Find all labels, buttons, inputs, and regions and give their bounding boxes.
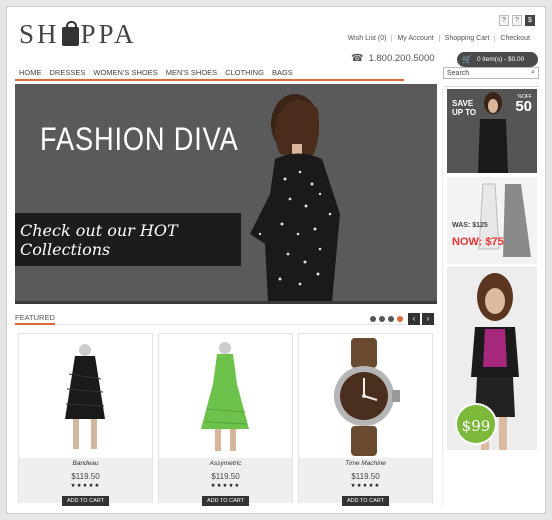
help-icon[interactable]: ? bbox=[512, 15, 522, 26]
carousel-dots bbox=[370, 316, 403, 322]
carousel-dot[interactable] bbox=[388, 316, 394, 322]
sale-ad-banner[interactable]: SAVE UP TO %OFF 50 bbox=[447, 89, 537, 173]
product-info: Bandeau $119.50 ★★★★★ ADD TO CART bbox=[19, 458, 152, 506]
ad-dresses-image bbox=[478, 183, 531, 257]
hero-title: FASHION DIVA bbox=[40, 121, 239, 157]
ad-save-text: SAVE UP TO bbox=[452, 99, 476, 117]
cart-summary: 0 item(s) - $0.00 bbox=[476, 56, 525, 63]
product-price: $119.50 bbox=[211, 472, 240, 481]
price-badge: $99 bbox=[455, 403, 497, 445]
ad-was-price: WAS: $125 bbox=[452, 222, 488, 229]
ad-percent: 50 bbox=[515, 98, 532, 115]
shopping-bag-icon bbox=[61, 21, 79, 46]
nav-underline bbox=[15, 79, 404, 81]
product-card[interactable]: Time Machine $119.50 ★★★★★ ADD TO CART bbox=[298, 333, 433, 506]
logo-text-end: PPA bbox=[80, 19, 137, 49]
product-info: Assymetric $119.50 ★★★★★ ADD TO CART bbox=[159, 458, 292, 506]
shopping-cart-link[interactable]: Shopping Cart bbox=[438, 35, 495, 42]
hero-slider[interactable]: FASHION DIVA Check out our HOT Collectio… bbox=[15, 84, 437, 302]
search-placeholder: Search bbox=[447, 69, 470, 77]
hero-bottom-bar bbox=[15, 301, 437, 304]
ad-model-image bbox=[478, 92, 508, 173]
product-card[interactable]: Bandeau $119.50 ★★★★★ ADD TO CART bbox=[18, 333, 153, 506]
product-image-assymetric bbox=[201, 342, 249, 451]
cart-button[interactable]: 🛒 0 item(s) - $0.00 bbox=[457, 52, 538, 67]
product-name[interactable]: Assymetric bbox=[159, 460, 292, 467]
search-icon[interactable]: ⌕ bbox=[531, 69, 535, 77]
product-card[interactable]: Assymetric $119.50 ★★★★★ ADD TO CART bbox=[158, 333, 293, 506]
phone-icon: ☎ bbox=[351, 53, 364, 64]
ad-upto-label: UP TO bbox=[452, 108, 477, 117]
carousel-prev-button[interactable]: ‹ bbox=[408, 313, 420, 325]
search-divider bbox=[443, 86, 539, 87]
checkout-link[interactable]: Checkout bbox=[494, 35, 535, 42]
top-links: Wish List (0) My Account Shopping Cart C… bbox=[343, 35, 535, 42]
product-name[interactable]: Time Machine bbox=[299, 460, 432, 467]
featured-heading: FEATURED bbox=[15, 313, 55, 322]
currency-icon[interactable]: $ bbox=[525, 15, 535, 26]
my-account-link[interactable]: My Account bbox=[391, 35, 438, 42]
cart-icon: 🛒 bbox=[462, 55, 472, 64]
price-ad-banner[interactable]: WAS: $125 NOW: $75 bbox=[447, 177, 537, 264]
add-to-cart-button[interactable]: ADD TO CART bbox=[342, 496, 389, 506]
search-input[interactable]: Search ⌕ bbox=[443, 67, 539, 79]
featured-underline bbox=[15, 323, 55, 325]
phone-contact: ☎ 1.800.200.5000 bbox=[351, 53, 435, 64]
product-info: Time Machine $119.50 ★★★★★ ADD TO CART bbox=[299, 458, 432, 506]
add-to-cart-button[interactable]: ADD TO CART bbox=[202, 496, 249, 506]
ad-now-price: NOW: $75 bbox=[452, 236, 504, 248]
model-ad-banner[interactable]: $99 bbox=[447, 267, 537, 450]
carousel-dot[interactable] bbox=[379, 316, 385, 322]
carousel-dot[interactable] bbox=[370, 316, 376, 322]
product-price: $119.50 bbox=[351, 472, 380, 481]
rating-stars: ★★★★★ bbox=[210, 483, 241, 489]
rating-stars: ★★★★★ bbox=[70, 483, 101, 489]
wishlist-link[interactable]: Wish List (0) bbox=[343, 35, 392, 42]
hero-model-image bbox=[250, 94, 340, 302]
logo-text-start: SH bbox=[19, 19, 60, 49]
carousel-dot-active[interactable] bbox=[397, 316, 403, 322]
product-name[interactable]: Bandeau bbox=[19, 460, 152, 467]
product-image-bandeau bbox=[65, 344, 105, 449]
rating-stars: ★★★★★ bbox=[350, 483, 381, 489]
sidebar-divider bbox=[442, 87, 443, 507]
product-image-time-machine bbox=[334, 338, 400, 456]
page-frame: SH PPA ? ? $ Wish List (0) My Account Sh… bbox=[6, 6, 546, 514]
utility-icons: ? ? $ bbox=[499, 15, 535, 26]
ad-save-label: SAVE bbox=[452, 99, 474, 108]
product-price: $119.50 bbox=[71, 472, 100, 481]
phone-number: 1.800.200.5000 bbox=[368, 53, 435, 64]
brand-logo[interactable]: SH PPA bbox=[19, 19, 137, 50]
featured-rule bbox=[55, 324, 437, 325]
hero-banner[interactable]: Check out our HOT Collections bbox=[15, 213, 241, 266]
add-to-cart-button[interactable]: ADD TO CART bbox=[62, 496, 109, 506]
carousel-next-button[interactable]: › bbox=[422, 313, 434, 325]
language-icon[interactable]: ? bbox=[499, 15, 509, 26]
